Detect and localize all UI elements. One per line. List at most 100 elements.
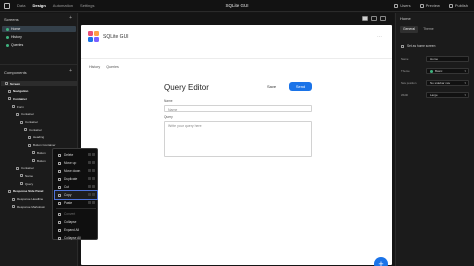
- tree-item-label: Navigation: [13, 89, 29, 94]
- menu-item-move-down[interactable]: Move down: [55, 167, 97, 175]
- home-screen-checkbox[interactable]: Set as home screen: [401, 44, 435, 48]
- brand-name: SQLite GUI: [103, 34, 129, 40]
- mobile-view-icon[interactable]: [380, 16, 386, 21]
- save-button[interactable]: Save: [267, 84, 276, 89]
- component-icon: [24, 128, 27, 132]
- nav-data[interactable]: Data: [17, 3, 25, 8]
- shortcut-keys: [88, 185, 95, 188]
- shortcut-keys: [88, 193, 95, 196]
- tree-item[interactable]: Container: [24, 127, 42, 132]
- component-icon: [16, 166, 19, 170]
- menu-item-move-up[interactable]: Move up: [55, 159, 97, 167]
- width-select[interactable]: Large ▾: [426, 92, 469, 98]
- top-bar: Data Design Automation Settings SQLite G…: [0, 0, 474, 12]
- nav-link-queries[interactable]: Queries: [106, 65, 119, 69]
- tab-theme[interactable]: Theme: [420, 26, 437, 33]
- shortcut-keys: [88, 201, 95, 204]
- menu-item-expand-all[interactable]: Expand All: [55, 226, 97, 234]
- name-label: Name: [164, 99, 173, 103]
- preview-button[interactable]: Preview: [419, 3, 440, 8]
- tree-item[interactable]: Response Markdown: [12, 204, 45, 209]
- tree-item[interactable]: Heading: [28, 135, 44, 140]
- tree-item[interactable]: Container: [8, 96, 27, 101]
- query-textarea[interactable]: Write your query here: [164, 121, 312, 157]
- prop-label-theme: Theme: [401, 69, 410, 73]
- component-icon: [20, 174, 23, 178]
- prop-value: Home: [430, 57, 439, 61]
- screen-label: Home: [11, 27, 21, 31]
- screen-item-home[interactable]: Home: [2, 26, 76, 32]
- screen-icon: [6, 43, 9, 47]
- add-component-button[interactable]: +: [69, 69, 72, 74]
- component-icon: [20, 182, 23, 186]
- publish-button[interactable]: Publish: [448, 3, 468, 8]
- screen-item-history[interactable]: History: [2, 34, 76, 40]
- tree-item-label: Button Container: [33, 143, 56, 148]
- users-icon: [394, 3, 399, 8]
- tree-item[interactable]: Screen: [1, 81, 77, 86]
- screen-item-queries[interactable]: Queries: [2, 42, 76, 48]
- component-icon: [8, 97, 11, 101]
- menu-item-collapse[interactable]: Collapse: [55, 218, 97, 226]
- nav-automation[interactable]: Automation: [53, 3, 73, 8]
- prop-label-name: Name: [401, 57, 409, 61]
- tree-item[interactable]: Container: [16, 166, 34, 171]
- tree-item[interactable]: Navigation: [8, 89, 28, 94]
- tree-item[interactable]: Button Container: [28, 143, 56, 148]
- tree-item[interactable]: Response Headline: [12, 197, 43, 202]
- tree-item-label: Form: [17, 104, 24, 109]
- preview-label: Preview: [425, 3, 440, 8]
- duplicate-icon: [58, 177, 61, 181]
- component-icon: [8, 189, 11, 193]
- move-down-icon: [58, 169, 61, 173]
- panel-divider: [0, 64, 78, 65]
- paste-icon: [58, 201, 61, 205]
- menu-item-paste[interactable]: Paste: [55, 199, 97, 207]
- add-button[interactable]: +: [374, 257, 388, 266]
- tree-item[interactable]: Button: [32, 150, 46, 155]
- nav-settings[interactable]: Settings: [80, 3, 94, 8]
- context-menu: Delete Move up Move down Duplicate Cut Copy Pa…: [52, 148, 98, 240]
- add-screen-button[interactable]: +: [69, 16, 72, 21]
- send-button[interactable]: Send: [289, 82, 312, 91]
- desktop-view-icon[interactable]: [362, 16, 368, 21]
- tree-item[interactable]: Button: [32, 158, 46, 163]
- checkbox-label: Set as home screen: [407, 44, 436, 48]
- expand-all-icon: [58, 228, 61, 232]
- menu-item-label: Convert: [64, 212, 76, 216]
- logo-tile: [88, 37, 93, 42]
- nav-design[interactable]: Design: [32, 3, 45, 8]
- tree-item[interactable]: Name: [20, 173, 33, 178]
- tree-item[interactable]: Response Side Panel: [8, 189, 43, 194]
- menu-item-copy[interactable]: Copy: [54, 190, 98, 200]
- nav-position-select[interactable]: No sidebar nav ▾: [426, 80, 469, 86]
- menu-item-delete[interactable]: Delete: [55, 151, 97, 159]
- tree-item-label: Name: [25, 173, 34, 178]
- users-button[interactable]: Users: [394, 3, 411, 8]
- menu-item-collapse-all[interactable]: Collapse All: [55, 234, 97, 242]
- menu-item-duplicate[interactable]: Duplicate: [55, 175, 97, 183]
- prop-value: No sidebar nav: [430, 81, 451, 85]
- name-field[interactable]: Name: [164, 105, 312, 112]
- menu-item-cut[interactable]: Cut: [55, 183, 97, 191]
- menu-item-convert[interactable]: Convert: [55, 210, 97, 218]
- checkbox-icon: [401, 44, 404, 48]
- app-logo-icon[interactable]: [4, 3, 10, 9]
- theme-select[interactable]: Basic ▾: [426, 68, 469, 74]
- tree-item[interactable]: Query: [20, 181, 33, 186]
- menu-item-label: Paste: [64, 201, 73, 205]
- tree-item[interactable]: Form: [12, 104, 24, 109]
- menu-item-label: Move down: [64, 169, 81, 173]
- screen-name-input[interactable]: Home: [426, 56, 469, 62]
- menu-item-label: Expand All: [64, 228, 80, 232]
- tree-item[interactable]: Container: [16, 112, 34, 117]
- app-preview: SQLite GUI ⋯ History Queries Query Edito…: [81, 25, 392, 266]
- tablet-view-icon[interactable]: [371, 16, 377, 21]
- more-icon[interactable]: ⋯: [377, 34, 382, 40]
- query-label: Query: [164, 115, 173, 119]
- tree-item-label: Container: [29, 127, 43, 132]
- nav-link-history[interactable]: History: [89, 65, 100, 69]
- tab-general[interactable]: General: [400, 26, 419, 33]
- screen-icon: [6, 35, 9, 39]
- tree-item[interactable]: Container: [20, 120, 38, 125]
